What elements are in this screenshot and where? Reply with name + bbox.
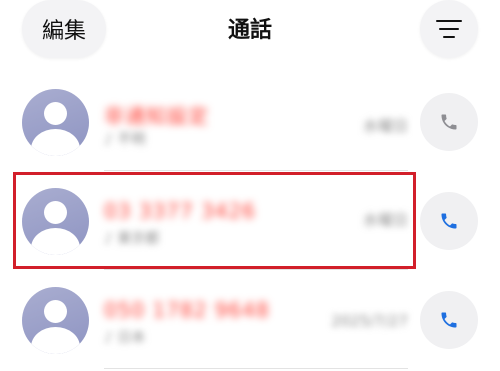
caller-number: 非通知設定 bbox=[104, 104, 209, 128]
call-list-item[interactable]: 非通知設定 ♪ 不明 水曜日 bbox=[0, 72, 500, 172]
call-button[interactable] bbox=[420, 192, 478, 250]
caller-location: ♪ 不明 bbox=[104, 132, 146, 148]
caller-number: 03 3377 3426 bbox=[104, 199, 256, 223]
filter-button[interactable] bbox=[420, 0, 478, 58]
filter-lines-icon bbox=[436, 20, 462, 38]
call-date: 2025/7/27 bbox=[331, 312, 408, 330]
avatar bbox=[22, 287, 89, 354]
edit-button[interactable]: 編集 bbox=[22, 0, 106, 58]
caller-number: 050 1782 9648 bbox=[104, 298, 270, 322]
avatar bbox=[22, 89, 89, 156]
call-button[interactable] bbox=[420, 93, 478, 151]
call-date: 水曜日 bbox=[362, 117, 408, 135]
call-button[interactable] bbox=[420, 291, 478, 349]
caller-location: ♪ 東京都 bbox=[104, 231, 160, 247]
phone-icon bbox=[441, 312, 457, 328]
call-list-item[interactable]: 050 1782 9648 ♪ 日本 2025/7/27 bbox=[0, 270, 500, 370]
call-list-item[interactable]: 03 3377 3426 ♪ 東京都 水曜日 bbox=[0, 171, 500, 271]
phone-icon bbox=[441, 213, 457, 229]
divider bbox=[104, 368, 408, 369]
caller-location: ♪ 日本 bbox=[104, 330, 146, 346]
avatar bbox=[22, 188, 89, 255]
call-date: 水曜日 bbox=[362, 211, 408, 229]
phone-icon bbox=[441, 114, 457, 130]
